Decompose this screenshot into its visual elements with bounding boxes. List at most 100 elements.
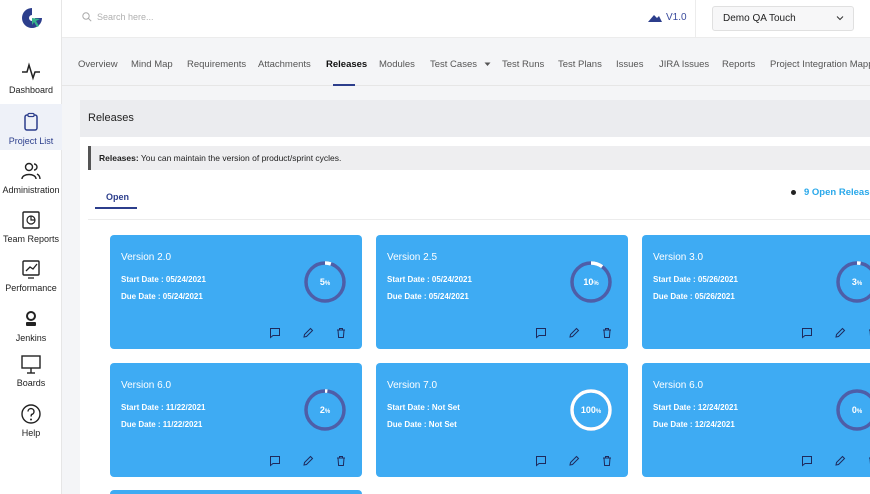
- edit-button[interactable]: [834, 455, 846, 467]
- edit-button[interactable]: [568, 327, 580, 339]
- release-start-date: Start Date : 05/24/2021: [387, 275, 472, 284]
- tab-modules[interactable]: Modules: [379, 59, 415, 70]
- tab-test-cases[interactable]: Test Cases: [430, 59, 491, 70]
- pencil-icon: [835, 455, 846, 466]
- percent-unit: %: [324, 281, 331, 287]
- app-logo[interactable]: [21, 7, 43, 29]
- tab-test-plans[interactable]: Test Plans: [558, 59, 602, 70]
- release-due-date: Due Date : Not Set: [387, 420, 457, 429]
- release-title[interactable]: Version 3.0: [653, 252, 703, 263]
- release-title[interactable]: Version 7.0: [387, 380, 437, 391]
- edit-button[interactable]: [834, 327, 846, 339]
- topbar-divider: [695, 0, 696, 38]
- delete-button[interactable]: [601, 327, 613, 339]
- performance-icon: [22, 260, 40, 279]
- board-icon: [21, 355, 41, 374]
- release-card[interactable]: Version 6.0 Start Date : 12/24/2021 Due Da…: [642, 363, 870, 477]
- sidebar-item-project-list[interactable]: Project List: [0, 104, 62, 150]
- release-title[interactable]: Version 2.0: [121, 252, 171, 263]
- report-icon: [22, 211, 40, 229]
- pencil-icon: [303, 327, 314, 338]
- project-selector[interactable]: Demo QA Touch: [712, 6, 854, 31]
- tab-test-cases-label: Test Cases: [430, 59, 477, 70]
- clipboard-icon: [24, 112, 38, 131]
- release-title[interactable]: Version 6.0: [653, 380, 703, 391]
- delete-button[interactable]: [335, 455, 347, 467]
- sidebar-item-performance[interactable]: Performance: [0, 258, 62, 293]
- tab-project-integration-mapping[interactable]: Project Integration Mapping: [770, 59, 870, 70]
- comment-button[interactable]: [269, 327, 281, 339]
- info-banner-label: Releases:: [99, 153, 139, 163]
- sidebar-item-team-reports[interactable]: Team Reports: [0, 209, 62, 244]
- version-label: V1.0: [666, 12, 687, 23]
- sidebar-item-label: Help: [21, 428, 41, 438]
- search-input[interactable]: Search here...: [82, 12, 154, 22]
- card-actions: [801, 327, 870, 341]
- card-actions: [269, 455, 349, 469]
- comment-button[interactable]: [269, 455, 281, 467]
- edit-button[interactable]: [568, 455, 580, 467]
- divider: [88, 219, 870, 220]
- open-releases-count: 9 Open Releases: [791, 187, 870, 198]
- comment-button[interactable]: [801, 327, 813, 339]
- progress-percent: 10%: [569, 260, 613, 304]
- release-card[interactable]: Version 6.0 Start Date : 11/22/2021 Due Da…: [110, 363, 362, 477]
- delete-button[interactable]: [601, 455, 613, 467]
- tab-overview[interactable]: Overview: [78, 59, 118, 70]
- release-start-date: Start Date : 11/22/2021: [121, 403, 206, 412]
- sidebar-item-label: Administration: [2, 185, 60, 195]
- tab-reports[interactable]: Reports: [722, 59, 755, 70]
- comment-button[interactable]: [535, 327, 547, 339]
- open-releases-label: 9 Open Releases: [804, 187, 870, 198]
- tab-mind-map[interactable]: Mind Map: [131, 59, 173, 70]
- pencil-icon: [835, 327, 846, 338]
- release-card[interactable]: Version 7.0 Start Date : Not Set Due Date …: [376, 363, 628, 477]
- page-title: Releases: [80, 100, 870, 137]
- tab-attachments[interactable]: Attachments: [258, 59, 311, 70]
- release-card[interactable]: Version 3.0 Start Date : 05/26/2021 Due Da…: [642, 235, 870, 349]
- sidebar-item-administration[interactable]: Administration: [0, 160, 62, 195]
- help-icon: [21, 404, 41, 424]
- percent-unit: %: [856, 281, 863, 287]
- card-actions: [269, 327, 349, 341]
- release-start-date: Start Date : 05/26/2021: [653, 275, 738, 284]
- active-tab-indicator: [333, 84, 355, 86]
- release-due-date: Due Date : 05/26/2021: [653, 292, 735, 301]
- release-card-partial[interactable]: [110, 490, 362, 494]
- progress-percent: 2%: [303, 388, 347, 432]
- comment-button[interactable]: [801, 455, 813, 467]
- jenkins-icon: [26, 311, 36, 326]
- tab-open[interactable]: Open: [106, 192, 129, 202]
- release-start-date: Start Date : 12/24/2021: [653, 403, 738, 412]
- release-title[interactable]: Version 6.0: [121, 380, 171, 391]
- sidebar-item-jenkins[interactable]: Jenkins: [0, 308, 62, 343]
- tab-issues[interactable]: Issues: [616, 59, 643, 70]
- release-due-date: Due Date : 12/24/2021: [653, 420, 735, 429]
- progress-value: 100: [580, 405, 596, 415]
- sidebar-item-help[interactable]: Help: [0, 403, 62, 438]
- tab-test-runs[interactable]: Test Runs: [502, 59, 544, 70]
- percent-unit: %: [856, 409, 863, 415]
- release-card[interactable]: Version 2.0 Start Date : 05/24/2021 Due Da…: [110, 235, 362, 349]
- sidebar-item-boards[interactable]: Boards: [0, 353, 62, 388]
- percent-unit: %: [595, 409, 602, 415]
- users-icon: [21, 162, 41, 180]
- comment-icon: [536, 328, 546, 339]
- tab-releases[interactable]: Releases: [326, 59, 367, 70]
- edit-button[interactable]: [302, 327, 314, 339]
- release-title[interactable]: Version 2.5: [387, 252, 437, 263]
- release-start-date: Start Date : 05/24/2021: [121, 275, 206, 284]
- trash-icon: [337, 328, 345, 338]
- progress-value: 10: [583, 277, 594, 287]
- percent-unit: %: [593, 281, 599, 287]
- edit-button[interactable]: [302, 455, 314, 467]
- sidebar-item-dashboard[interactable]: Dashboard: [0, 60, 62, 95]
- comment-icon: [270, 456, 280, 467]
- tab-jira-issues[interactable]: JIRA Issues: [659, 59, 709, 70]
- tab-requirements[interactable]: Requirements: [187, 59, 246, 70]
- release-card[interactable]: Version 2.5 Start Date : 05/24/2021 Due Da…: [376, 235, 628, 349]
- delete-button[interactable]: [335, 327, 347, 339]
- comment-button[interactable]: [535, 455, 547, 467]
- percent-unit: %: [324, 409, 331, 415]
- progress-percent: 5%: [303, 260, 347, 304]
